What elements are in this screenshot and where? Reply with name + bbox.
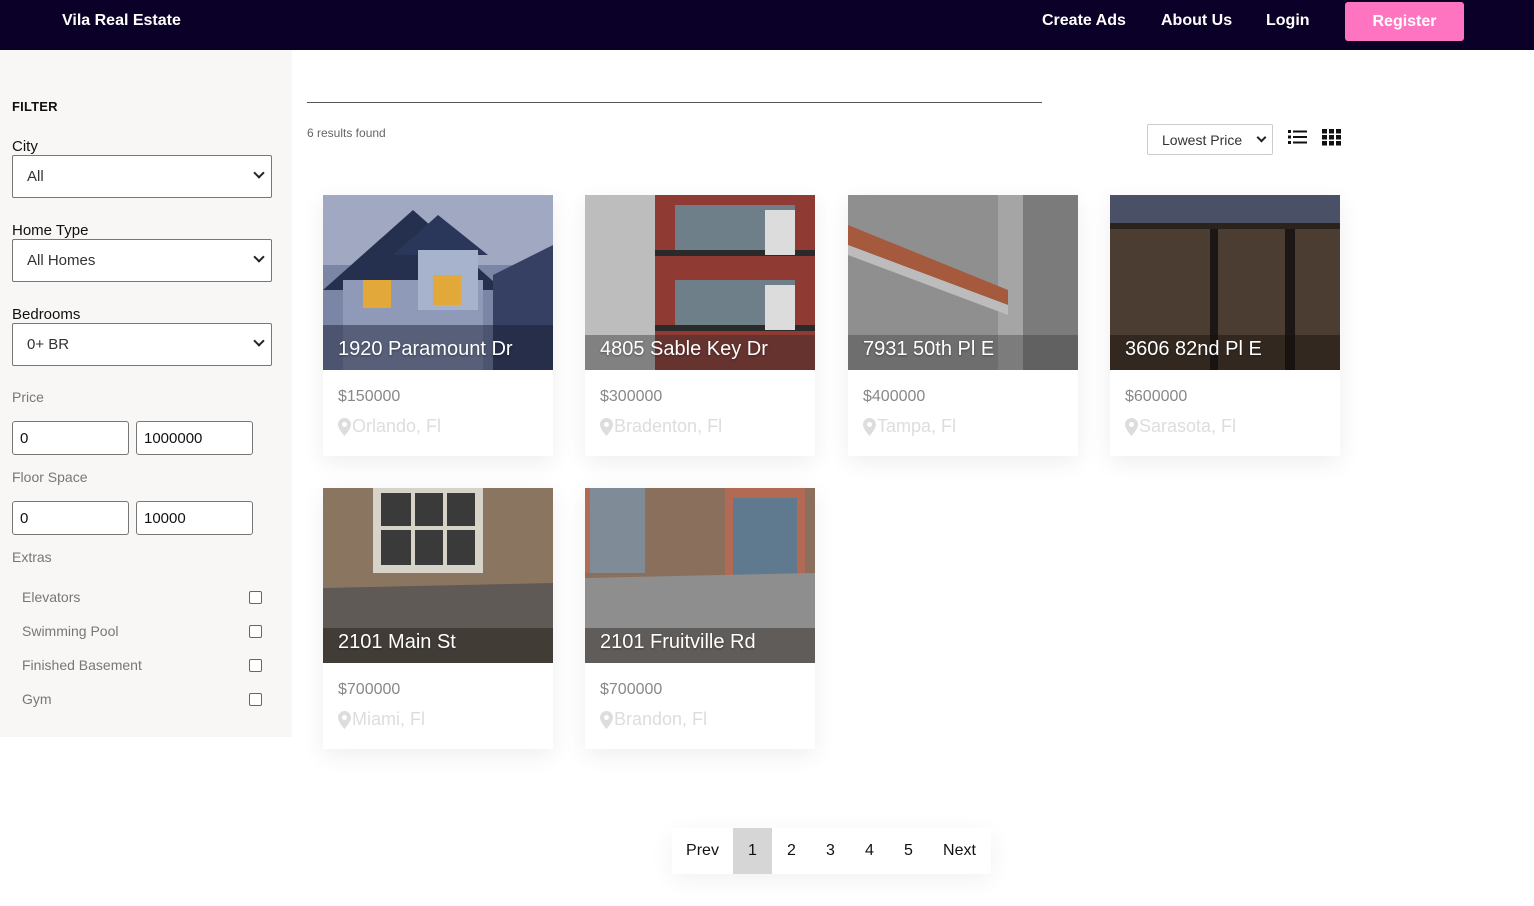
chevron-down-icon — [253, 251, 265, 263]
price-label: Price — [12, 389, 44, 405]
home-type-select[interactable]: All Homes — [12, 239, 272, 282]
filter-heading: FILTER — [12, 99, 58, 114]
floor-space-min-input[interactable]: 0 — [12, 501, 129, 535]
listing-location: Orlando, Fl — [338, 416, 441, 437]
listing-price: $700000 — [338, 681, 401, 698]
city-label: City — [12, 138, 38, 155]
nav-login[interactable]: Login — [1266, 12, 1310, 30]
listing-location: Brandon, Fl — [600, 709, 707, 730]
chevron-down-icon — [1256, 132, 1267, 143]
pagination-page-2[interactable]: 2 — [772, 828, 811, 874]
map-pin-icon — [600, 710, 613, 729]
pagination-page-5[interactable]: 5 — [889, 828, 928, 874]
listing-location-text: Miami, Fl — [352, 709, 425, 729]
listing-location-text: Tampa, Fl — [877, 416, 957, 436]
city-select-value: All — [27, 168, 44, 185]
listing-price: $400000 — [863, 388, 926, 405]
nav-create-ads[interactable]: Create Ads — [1042, 12, 1126, 30]
map-pin-icon — [1125, 417, 1138, 436]
price-min-input[interactable]: 0 — [12, 421, 129, 455]
listing-location-text: Sarasota, Fl — [1139, 416, 1237, 436]
bedrooms-select[interactable]: 0+ BR — [12, 323, 272, 366]
listing-card[interactable]: 3606 82nd Pl E $600000 Sarasota, Fl — [1110, 195, 1340, 456]
home-type-label: Home Type — [12, 222, 89, 239]
pagination: Prev 1 2 3 4 5 Next — [672, 828, 991, 874]
brand-logo[interactable]: Vila Real Estate — [62, 12, 181, 30]
price-max-input[interactable]: 1000000 — [136, 421, 253, 455]
listing-address: 1920 Paramount Dr — [338, 338, 513, 360]
listing-location-text: Brandon, Fl — [614, 709, 708, 729]
register-button[interactable]: Register — [1345, 2, 1464, 41]
floor-space-max-input[interactable]: 10000 — [136, 501, 253, 535]
city-select[interactable]: All — [12, 155, 272, 198]
home-type-select-value: All Homes — [27, 252, 96, 269]
map-pin-icon — [600, 417, 613, 436]
listing-card[interactable]: 4805 Sable Key Dr $300000 Bradenton, Fl — [585, 195, 815, 456]
sort-select[interactable]: Lowest Price — [1147, 124, 1273, 155]
listing-location-text: Orlando, Fl — [352, 416, 442, 436]
extras-label: Extras — [12, 549, 52, 565]
search-underline[interactable] — [307, 102, 1042, 103]
extra-elevators-label: Elevators — [22, 589, 81, 605]
chevron-down-icon — [253, 167, 265, 179]
sort-select-value: Lowest Price — [1162, 131, 1243, 148]
listing-price: $700000 — [600, 681, 663, 698]
listing-card[interactable]: 2101 Fruitville Rd $700000 Brandon, Fl — [585, 488, 815, 749]
map-pin-icon — [338, 417, 351, 436]
extra-gym-checkbox[interactable] — [249, 693, 262, 706]
listing-location: Miami, Fl — [338, 709, 425, 730]
list-view-icon[interactable] — [1287, 128, 1309, 146]
map-pin-icon — [863, 417, 876, 436]
results-count: 6 results found — [307, 126, 386, 140]
extra-elevators-checkbox[interactable] — [249, 591, 262, 604]
listing-address: 2101 Main St — [338, 631, 456, 653]
extra-swimming-pool-label: Swimming Pool — [22, 623, 119, 639]
listing-address: 3606 82nd Pl E — [1125, 338, 1262, 360]
map-pin-icon — [338, 710, 351, 729]
chevron-down-icon — [253, 335, 265, 347]
floor-space-label: Floor Space — [12, 469, 88, 485]
pagination-page-1[interactable]: 1 — [733, 828, 772, 874]
pagination-next[interactable]: Next — [928, 828, 991, 874]
nav-about-us[interactable]: About Us — [1161, 12, 1232, 30]
listing-card[interactable]: 1920 Paramount Dr $150000 Orlando, Fl — [323, 195, 553, 456]
listing-location: Tampa, Fl — [863, 416, 956, 437]
top-navbar: Vila Real Estate Create Ads About Us Log… — [0, 0, 1534, 50]
listing-address: 4805 Sable Key Dr — [600, 338, 768, 360]
listing-price: $600000 — [1125, 388, 1188, 405]
extra-swimming-pool-checkbox[interactable] — [249, 625, 262, 638]
listing-card[interactable]: 7931 50th Pl E $400000 Tampa, Fl — [848, 195, 1078, 456]
pagination-prev[interactable]: Prev — [672, 828, 733, 874]
grid-view-icon[interactable] — [1321, 128, 1343, 146]
bedrooms-select-value: 0+ BR — [27, 336, 70, 353]
extra-gym-label: Gym — [22, 691, 52, 707]
listing-location: Bradenton, Fl — [600, 416, 722, 437]
listing-address: 2101 Fruitville Rd — [600, 631, 756, 653]
listing-address: 7931 50th Pl E — [863, 338, 995, 360]
bedrooms-label: Bedrooms — [12, 306, 81, 323]
pagination-page-3[interactable]: 3 — [811, 828, 850, 874]
extra-finished-basement-checkbox[interactable] — [249, 659, 262, 672]
listing-price: $300000 — [600, 388, 663, 405]
pagination-page-4[interactable]: 4 — [850, 828, 889, 874]
listing-location: Sarasota, Fl — [1125, 416, 1236, 437]
extra-finished-basement-label: Finished Basement — [22, 657, 142, 673]
listing-price: $150000 — [338, 388, 401, 405]
listing-card[interactable]: 2101 Main St $700000 Miami, Fl — [323, 488, 553, 749]
listing-location-text: Bradenton, Fl — [614, 416, 723, 436]
